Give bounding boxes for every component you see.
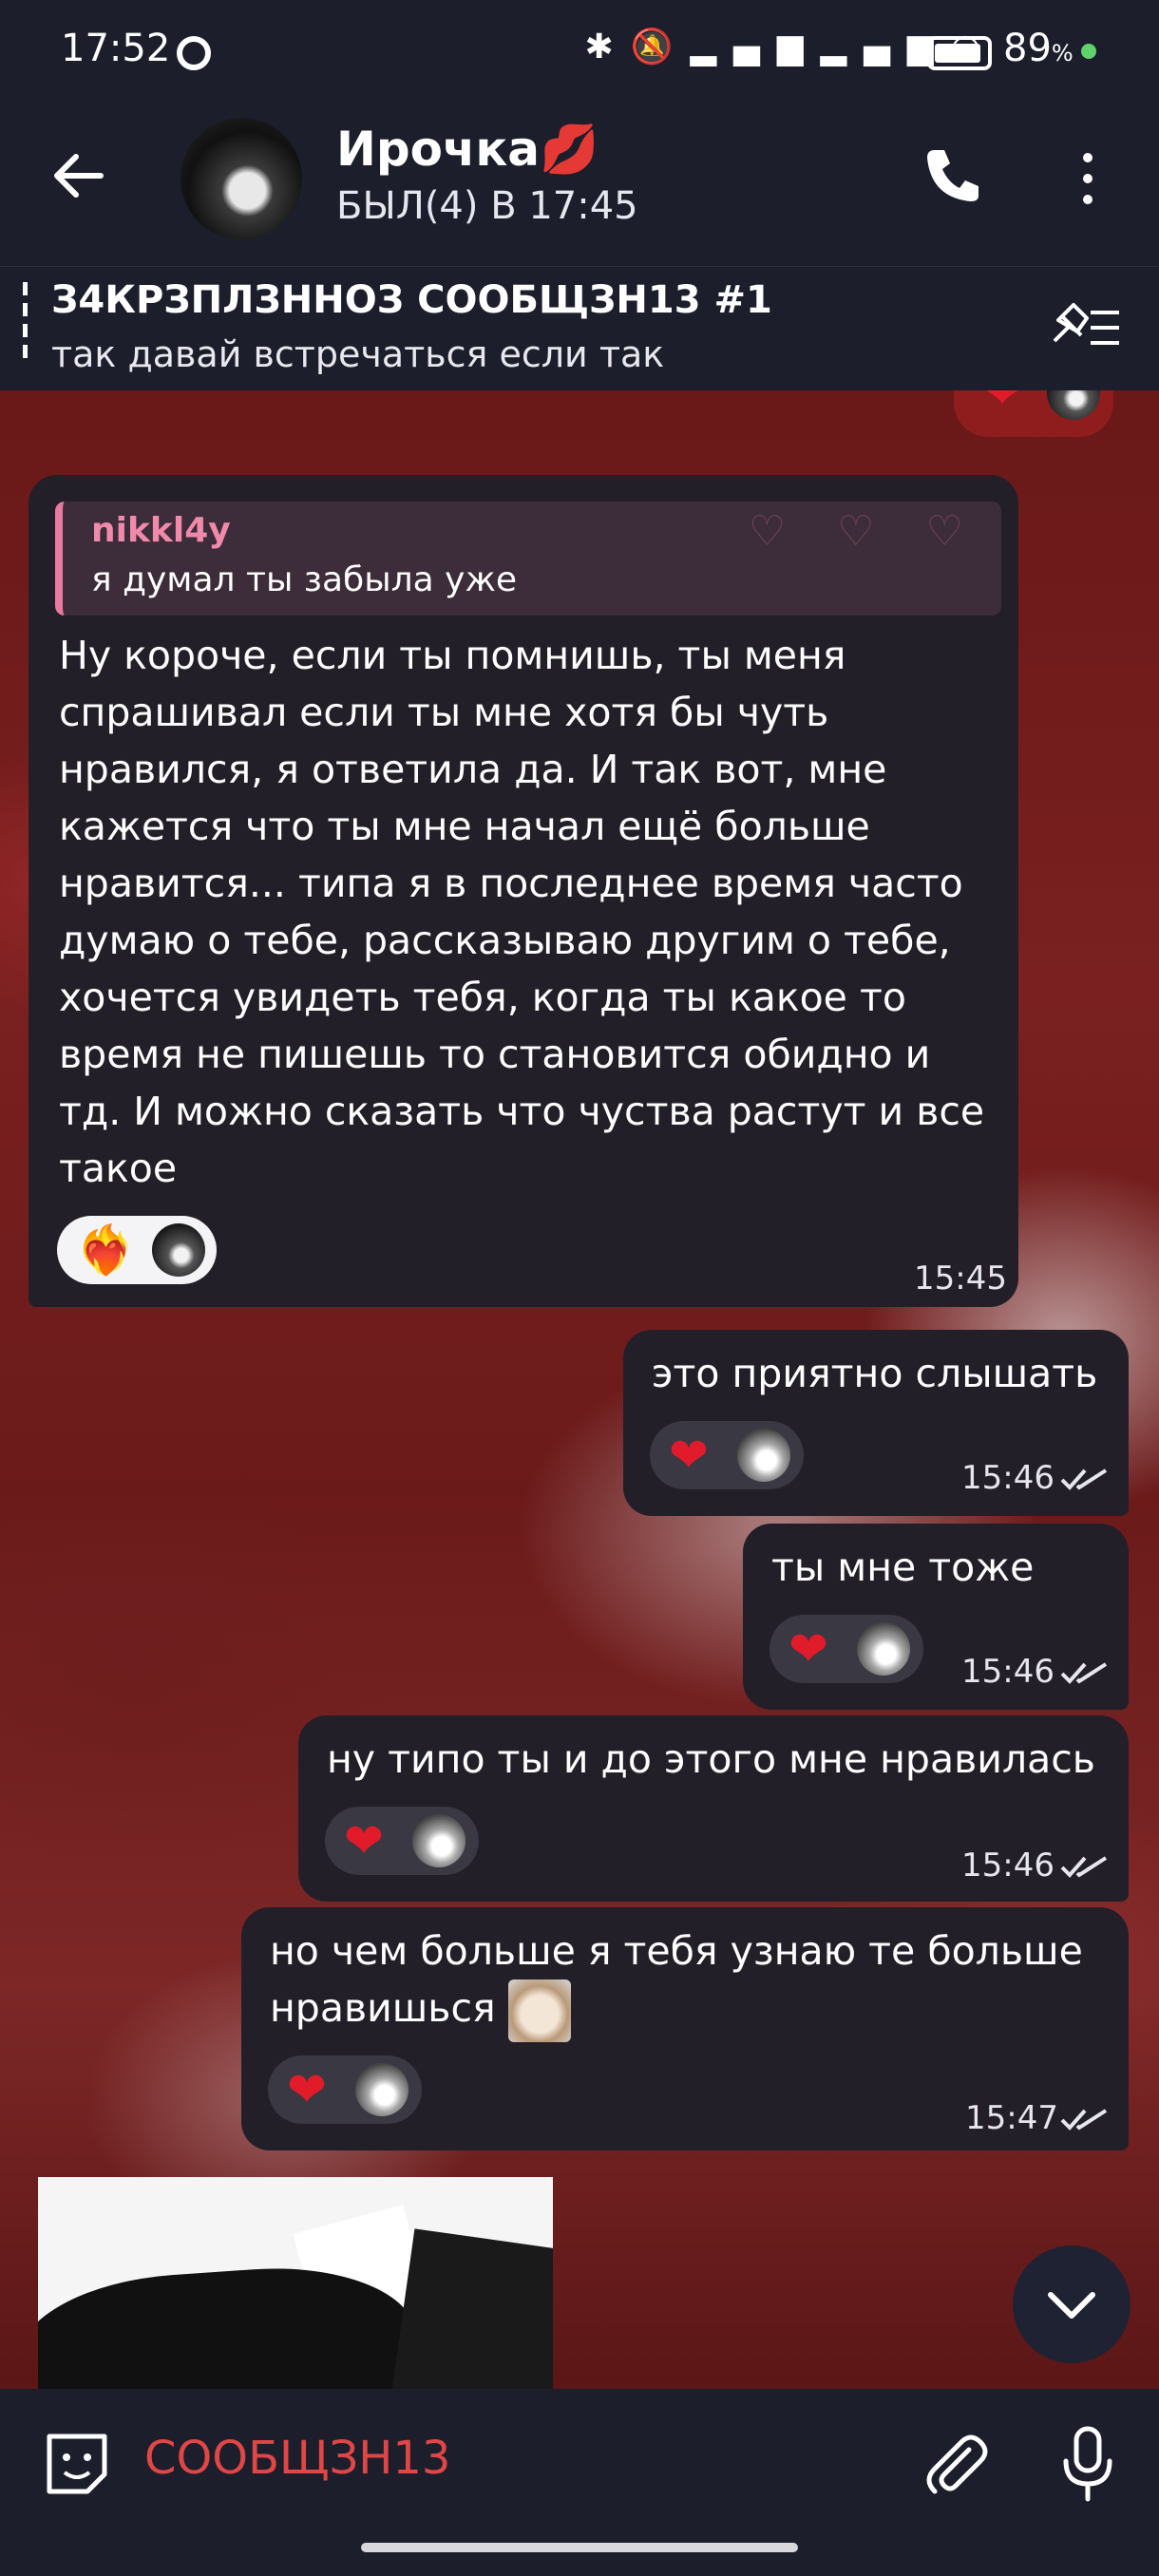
message-reaction[interactable]: ❤ (770, 1615, 923, 1683)
double-check-icon (1060, 1662, 1108, 1684)
reactor-avatar (355, 2063, 408, 2116)
message-time: 15:46 (961, 1653, 1054, 1691)
message-text: это приятно слышать (652, 1351, 1098, 1396)
heart-reaction-icon: ❤ (669, 1428, 709, 1483)
paperclip-icon[interactable] (918, 2425, 994, 2501)
reply-author: nikkl4y (91, 511, 231, 550)
pinned-list-icon[interactable] (1049, 299, 1125, 356)
reply-quote[interactable]: nikkl4y я думал ты забыла уже ♡ ♡ ♡ (55, 502, 1001, 616)
pinned-message-bar[interactable]: З4КРЗПЛЗННОЗ СООБЩЗН13 #1 так давай встр… (0, 266, 1159, 390)
scroll-to-bottom-button[interactable] (1013, 2245, 1130, 2363)
double-check-icon (1060, 1856, 1108, 1878)
hamster-sticker-emoji (507, 1979, 571, 2042)
heart-reaction-icon: ❤ (788, 1621, 828, 1676)
reactor-avatar (737, 1429, 790, 1482)
message-text: ты мне тоже (771, 1544, 1035, 1590)
message-text: но чем больше я тебя узнаю те больше нра… (270, 1923, 1106, 2042)
battery-percent: 89% (1003, 27, 1074, 70)
pinned-text: так давай встречаться если так (51, 333, 665, 375)
reactor-avatar (412, 1814, 466, 1867)
heart-reaction-icon: ❤ (344, 1813, 384, 1868)
pinned-title: З4КРЗПЛЗННОЗ СООБЩЗН13 #1 (51, 278, 772, 322)
back-arrow-icon[interactable] (46, 142, 112, 209)
message-time: 15:46 (961, 1847, 1054, 1885)
message-input-bar (0, 2389, 1159, 2576)
chevron-down-icon (1048, 2292, 1095, 2319)
more-menu-icon[interactable] (1074, 150, 1102, 207)
sticker-emoji-icon[interactable] (40, 2427, 114, 2501)
notification-ring-icon (177, 36, 211, 70)
message-reaction[interactable]: ❤ (650, 1421, 804, 1489)
mute-icon: 🔕 (630, 28, 691, 66)
status-bar: 17:52 ✱🔕▂▄▆▂▄▆◠ 89% (0, 0, 1159, 104)
message-time: 15:46 (961, 1459, 1054, 1497)
gesture-home-bar[interactable] (361, 2543, 798, 2552)
pinned-indicator (23, 282, 28, 358)
double-check-icon (1060, 2109, 1108, 2131)
message-input[interactable] (142, 2431, 811, 2486)
message-time: 15:45 (914, 1260, 1007, 1297)
photo-message[interactable] (38, 2177, 553, 2390)
contact-avatar[interactable] (180, 118, 302, 239)
phone-icon[interactable] (920, 142, 986, 209)
contact-name[interactable]: Ирочка💋 (336, 122, 598, 178)
charging-dot (1081, 44, 1096, 59)
heart-reaction-icon: ❤ (287, 2062, 327, 2117)
status-time: 17:52 (61, 27, 171, 70)
heart-fire-reaction-icon: ❤️‍🔥 (76, 1222, 136, 1278)
message-reaction[interactable]: ❤ (268, 2055, 422, 2124)
last-seen-status: БЫЛ(4) В 17:45 (336, 184, 638, 228)
message-reaction[interactable]: ❤️‍🔥 (57, 1216, 217, 1284)
message-text: Ну короче, если ты помнишь, ты меня спра… (59, 633, 985, 1191)
chat-header: Ирочка💋 БЫЛ(4) В 17:45 (0, 104, 1159, 256)
bluetooth-icon: ✱ (584, 28, 631, 66)
double-check-icon (1060, 1468, 1108, 1490)
message-text: ну типо ты и до этого мне нравилась (327, 1736, 1095, 1782)
battery-icon (927, 36, 992, 70)
reactor-avatar (857, 1622, 910, 1676)
reactor-avatar (152, 1223, 205, 1277)
message-time: 15:47 (965, 2099, 1058, 2137)
microphone-icon[interactable] (1054, 2423, 1121, 2505)
message-reaction[interactable]: ❤ (325, 1807, 479, 1875)
reply-text: я думал ты забыла уже (91, 560, 518, 599)
reply-pattern-decoration: ♡ ♡ ♡ (748, 507, 982, 556)
top-bar: 17:52 ✱🔕▂▄▆▂▄▆◠ 89% Ирочка💋 БЫЛ(4) В 17:… (0, 0, 1159, 390)
signal-icon: ▂▄▆ (690, 28, 821, 66)
